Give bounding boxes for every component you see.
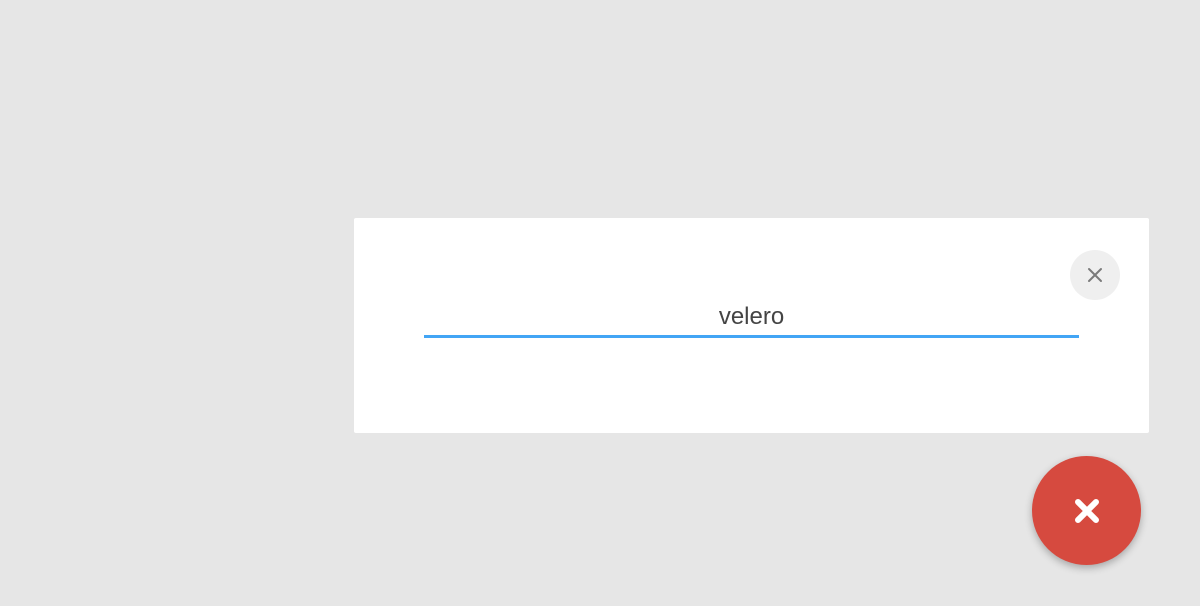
search-panel (354, 218, 1149, 433)
close-fab-button[interactable] (1032, 456, 1141, 565)
close-icon (1074, 498, 1099, 523)
page (0, 0, 1200, 606)
close-icon (1088, 268, 1102, 282)
panel-close-button[interactable] (1070, 250, 1120, 300)
search-input[interactable] (424, 298, 1079, 338)
